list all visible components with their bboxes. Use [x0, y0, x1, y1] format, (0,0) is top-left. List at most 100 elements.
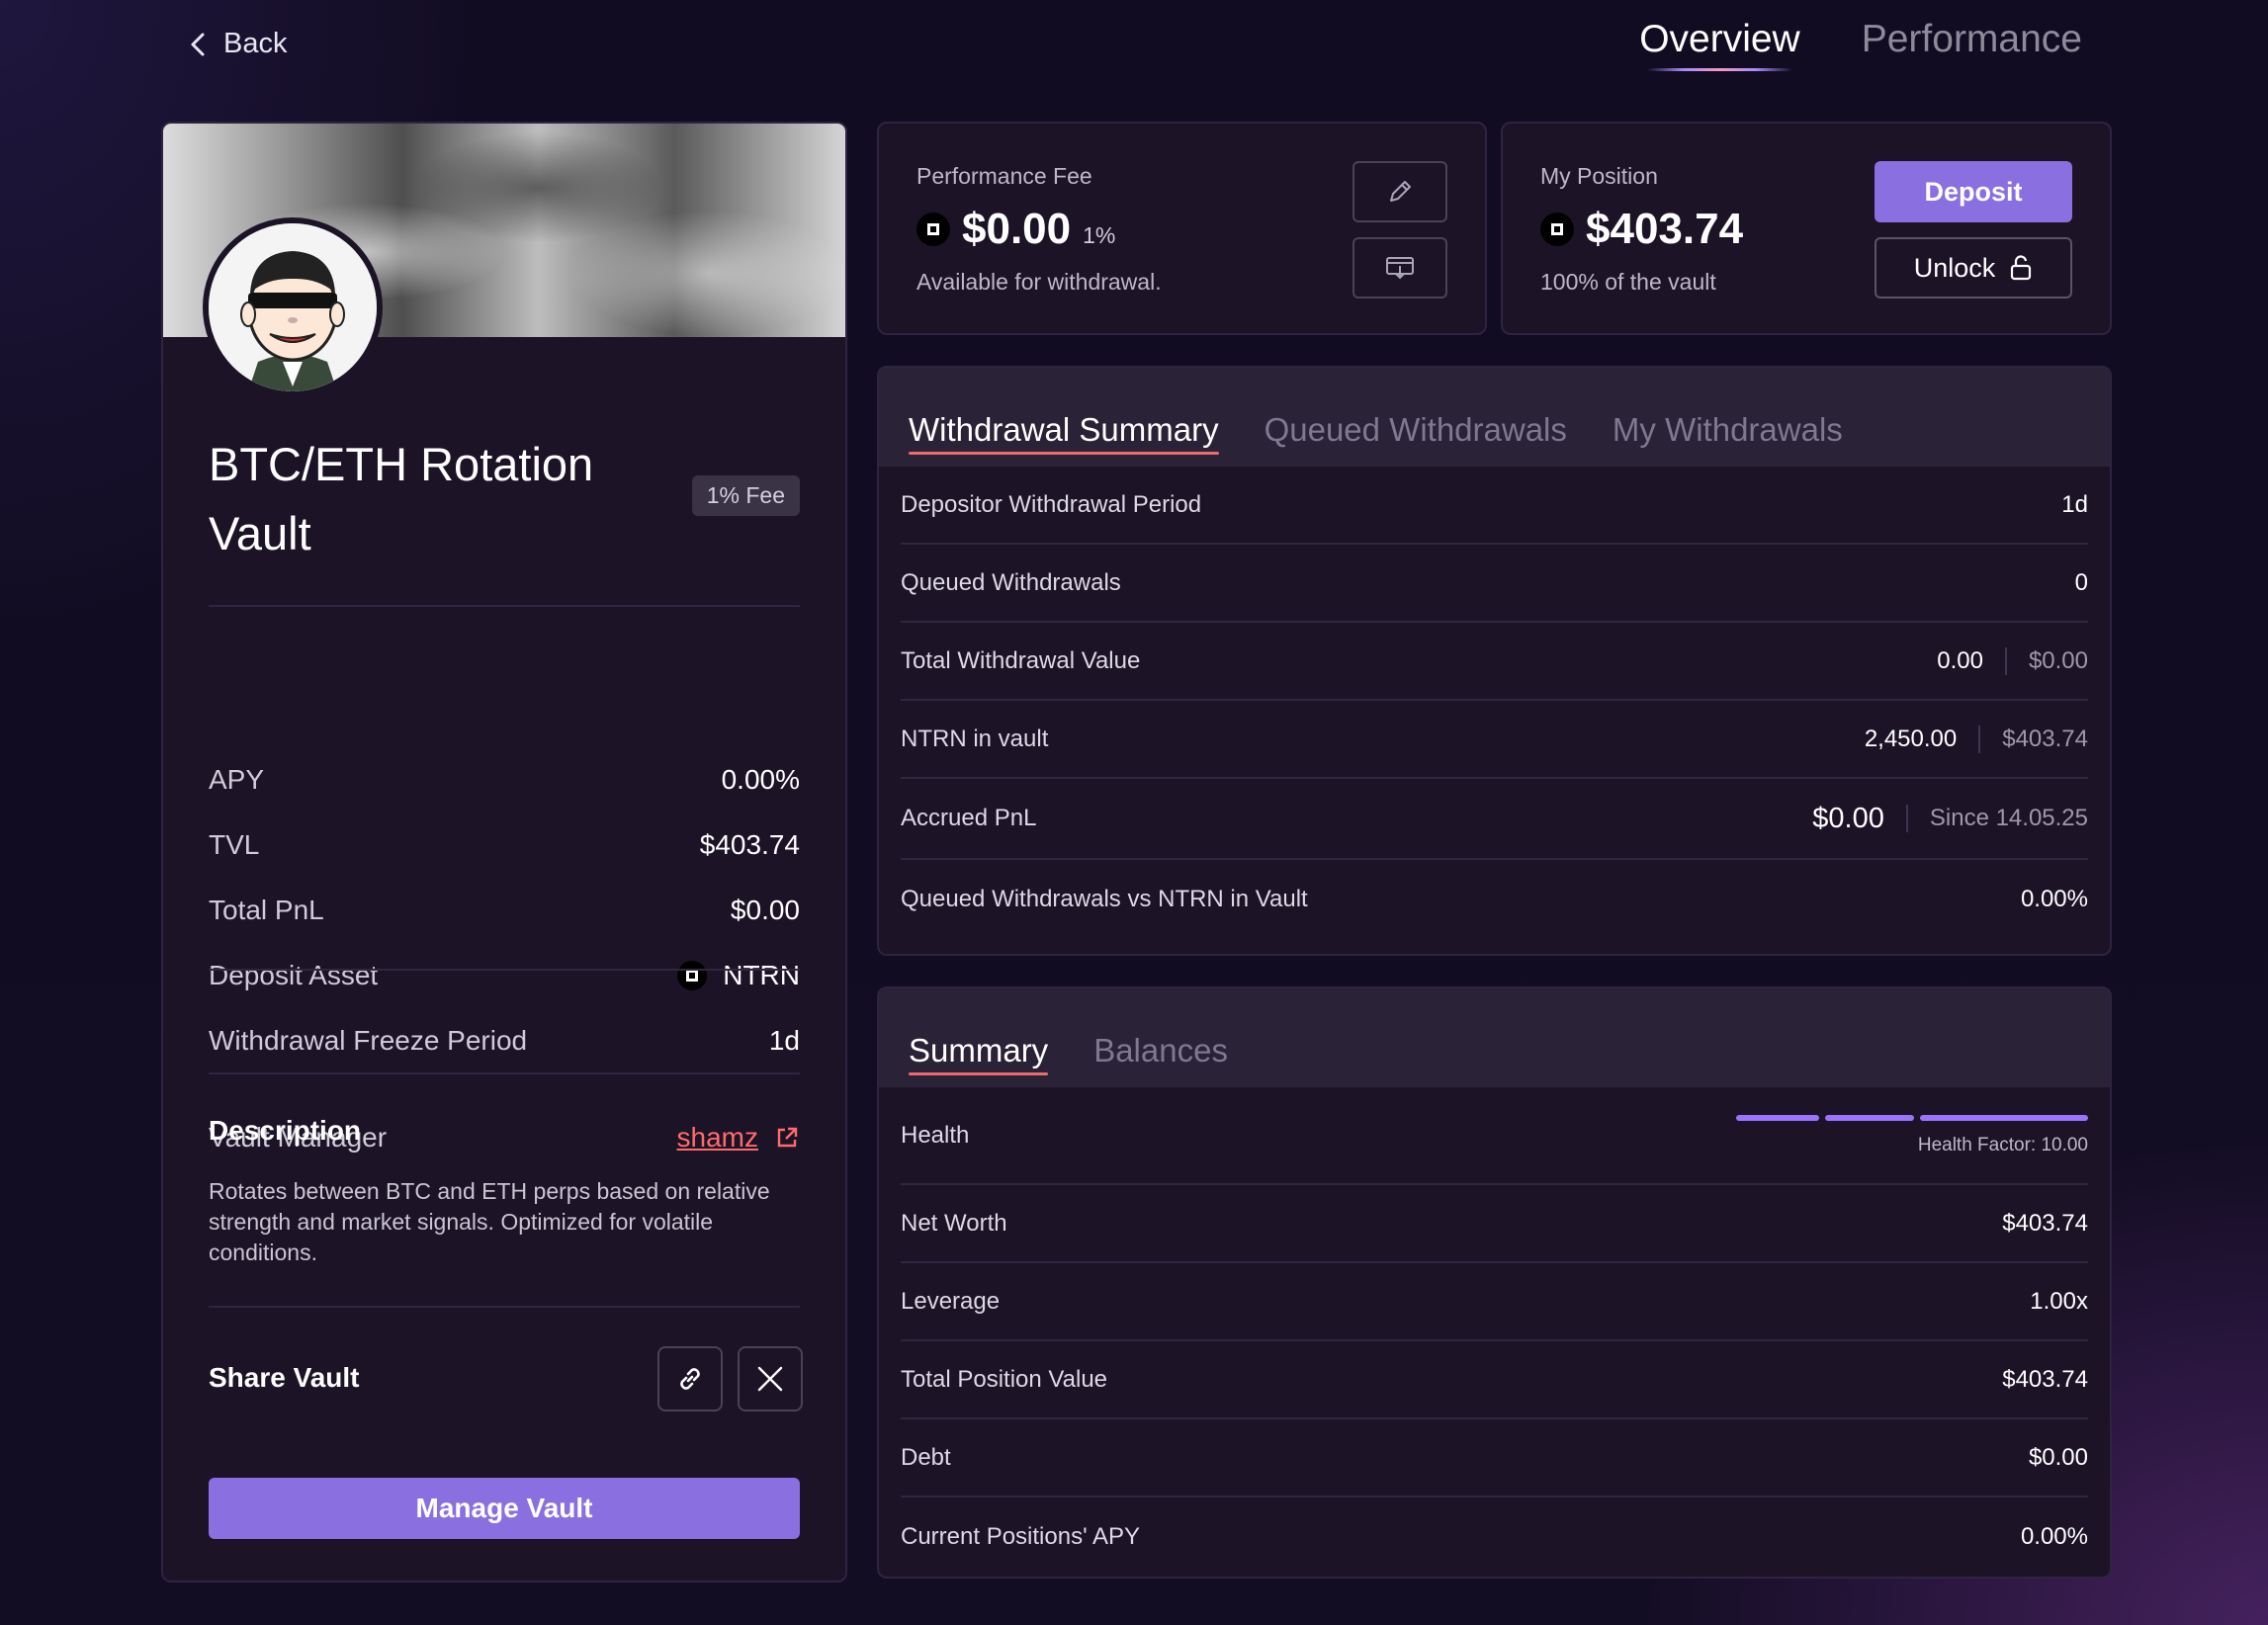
performance-fee-label: Performance Fee: [916, 163, 1092, 189]
row-value: 2,450.00: [1864, 725, 1958, 752]
divider: [209, 1306, 800, 1308]
stat-value-wrap: NTRN: [677, 960, 800, 991]
table-row: Current Positions' APY 0.00%: [901, 1497, 2088, 1576]
my-position-card: My Position $403.74 100% of the vault De…: [1501, 122, 2112, 335]
row-secondary-value: $403.74: [2002, 725, 2088, 752]
row-value: 0.00: [1937, 646, 1983, 674]
stat-label: TVL: [209, 829, 260, 860]
table-row: Queued Withdrawals 0: [901, 545, 2088, 623]
stat-value: NTRN: [723, 960, 800, 990]
stat-label: Withdrawal Freeze Period: [209, 1025, 528, 1056]
stat-value: 1d: [768, 1025, 800, 1056]
tab-withdrawal-summary[interactable]: Withdrawal Summary: [909, 411, 1219, 467]
row-secondary-value: Since 14.05.25: [1929, 805, 2088, 831]
tab-performance[interactable]: Performance: [1862, 18, 2082, 71]
table-row: Depositor Withdrawal Period 1d: [901, 467, 2088, 545]
tab-summary[interactable]: Summary: [909, 1032, 1049, 1087]
tab-balances[interactable]: Balances: [1093, 1032, 1228, 1087]
table-row: Queued Withdrawals vs NTRN in Vault 0.00…: [901, 860, 2088, 938]
stat-label: Deposit Asset: [209, 960, 379, 990]
health-factor: Health Factor: 10.00: [1917, 1134, 2088, 1155]
back-label: Back: [223, 28, 288, 59]
row-value: $0.00: [2028, 1443, 2088, 1471]
divider: [1978, 725, 1981, 753]
stat-withdrawal-freeze: Withdrawal Freeze Period 1d: [209, 1025, 800, 1057]
row-value: $403.74: [2002, 1209, 2088, 1237]
divider: [1905, 805, 1908, 832]
stat-label: Total PnL: [209, 895, 324, 925]
pencil-icon: [1390, 181, 1411, 202]
row-value-wrap: 0.00 $0.00: [1937, 646, 2088, 675]
my-position-sub: 100% of the vault: [1540, 269, 1716, 295]
chevron-left-icon: [191, 33, 205, 55]
stat-apy: APY 0.00%: [209, 764, 800, 796]
performance-fee-sub: Available for withdrawal.: [916, 269, 1162, 295]
performance-fee-value-row: $0.00 1%: [916, 205, 1115, 254]
ntrn-token-icon: [916, 213, 950, 246]
summary-panel: Summary Balances Health Health Factor: 1…: [877, 986, 2112, 1579]
health-bar-segment: [1825, 1114, 1914, 1121]
top-tabs: Overview Performance: [1639, 18, 2082, 71]
table-row: Net Worth $403.74: [901, 1185, 2088, 1263]
table-row: Leverage 1.00x: [901, 1263, 2088, 1341]
row-value: 0.00%: [2020, 885, 2088, 912]
unlock-button[interactable]: Unlock: [1875, 237, 2072, 299]
vault-manager-link[interactable]: shamz: [677, 1122, 758, 1154]
ntrn-token-icon: [677, 961, 708, 990]
row-label: Debt: [901, 1443, 951, 1471]
my-position-value: $403.74: [1586, 205, 1744, 253]
vault-title: BTC/ETH Rotation Vault: [209, 438, 594, 559]
back-button[interactable]: Back: [188, 28, 287, 60]
description-heading: Description: [209, 1115, 362, 1146]
row-value: 1d: [2061, 490, 2088, 518]
copy-link-button[interactable]: [657, 1346, 723, 1411]
withdrawal-panel: Withdrawal Summary Queued Withdrawals My…: [877, 366, 2112, 956]
vault-info-panel: BTC/ETH Rotation Vault 1% Fee APY 0.00% …: [161, 122, 847, 1582]
row-value: 0.00%: [2020, 1522, 2088, 1550]
health-label: Health: [901, 1121, 970, 1149]
row-label: Leverage: [901, 1287, 1001, 1315]
tab-my-withdrawals[interactable]: My Withdrawals: [1613, 411, 1843, 467]
row-label: Net Worth: [901, 1209, 1007, 1237]
tab-overview[interactable]: Overview: [1639, 18, 1800, 71]
row-value: 1.00x: [2030, 1287, 2088, 1315]
health-row: Health Health Factor: 10.00: [901, 1087, 2088, 1185]
edit-fee-button[interactable]: [1352, 161, 1447, 222]
ntrn-token-icon: [1540, 213, 1574, 246]
table-row: Accrued PnL $0.00 Since 14.05.25: [901, 779, 2088, 860]
vault-manager-value: shamz: [677, 1122, 800, 1154]
row-label: Total Position Value: [901, 1365, 1108, 1393]
stat-deposit-asset: Deposit Asset NTRN: [209, 960, 800, 991]
row-label: Queued Withdrawals: [901, 568, 1121, 596]
external-link-icon[interactable]: [774, 1125, 800, 1151]
health-bar: [1736, 1114, 2088, 1121]
fee-badge: 1% Fee: [691, 475, 800, 516]
row-label: Accrued PnL: [901, 805, 1037, 831]
row-label: Depositor Withdrawal Period: [901, 490, 1202, 518]
table-row: Debt $0.00: [901, 1419, 2088, 1497]
divider: [209, 1072, 800, 1074]
stat-value: 0.00%: [721, 764, 800, 795]
row-label: Total Withdrawal Value: [901, 646, 1141, 674]
summary-rows: Health Health Factor: 10.00 Net Worth $4…: [879, 1087, 2110, 1576]
table-row: Total Withdrawal Value 0.00 $0.00: [901, 623, 2088, 701]
share-x-button[interactable]: [738, 1346, 803, 1411]
avatar: [203, 217, 383, 397]
link-icon: [680, 1368, 700, 1390]
table-row: NTRN in vault 2,450.00 $403.74: [901, 701, 2088, 779]
row-label: Current Positions' APY: [901, 1522, 1141, 1550]
deposit-button[interactable]: Deposit: [1875, 161, 2072, 222]
row-value: $403.74: [2002, 1365, 2088, 1393]
withdraw-fee-button[interactable]: [1352, 237, 1447, 299]
row-label: Queued Withdrawals vs NTRN in Vault: [901, 885, 1308, 912]
row-value-wrap: $0.00 Since 14.05.25: [1812, 803, 2088, 835]
performance-fee-card: Performance Fee $0.00 1% Available for w…: [877, 122, 1487, 335]
manage-vault-button[interactable]: Manage Vault: [209, 1478, 800, 1539]
tab-queued-withdrawals[interactable]: Queued Withdrawals: [1265, 411, 1567, 467]
health-bar-segment: [1920, 1114, 2088, 1121]
avatar-illustration: [209, 223, 377, 391]
description-text: Rotates between BTC and ETH perps based …: [209, 1178, 770, 1265]
row-value: $0.00: [1812, 802, 1884, 834]
row-value-wrap: 2,450.00 $403.74: [1864, 725, 2088, 753]
stat-value: $403.74: [699, 829, 800, 860]
